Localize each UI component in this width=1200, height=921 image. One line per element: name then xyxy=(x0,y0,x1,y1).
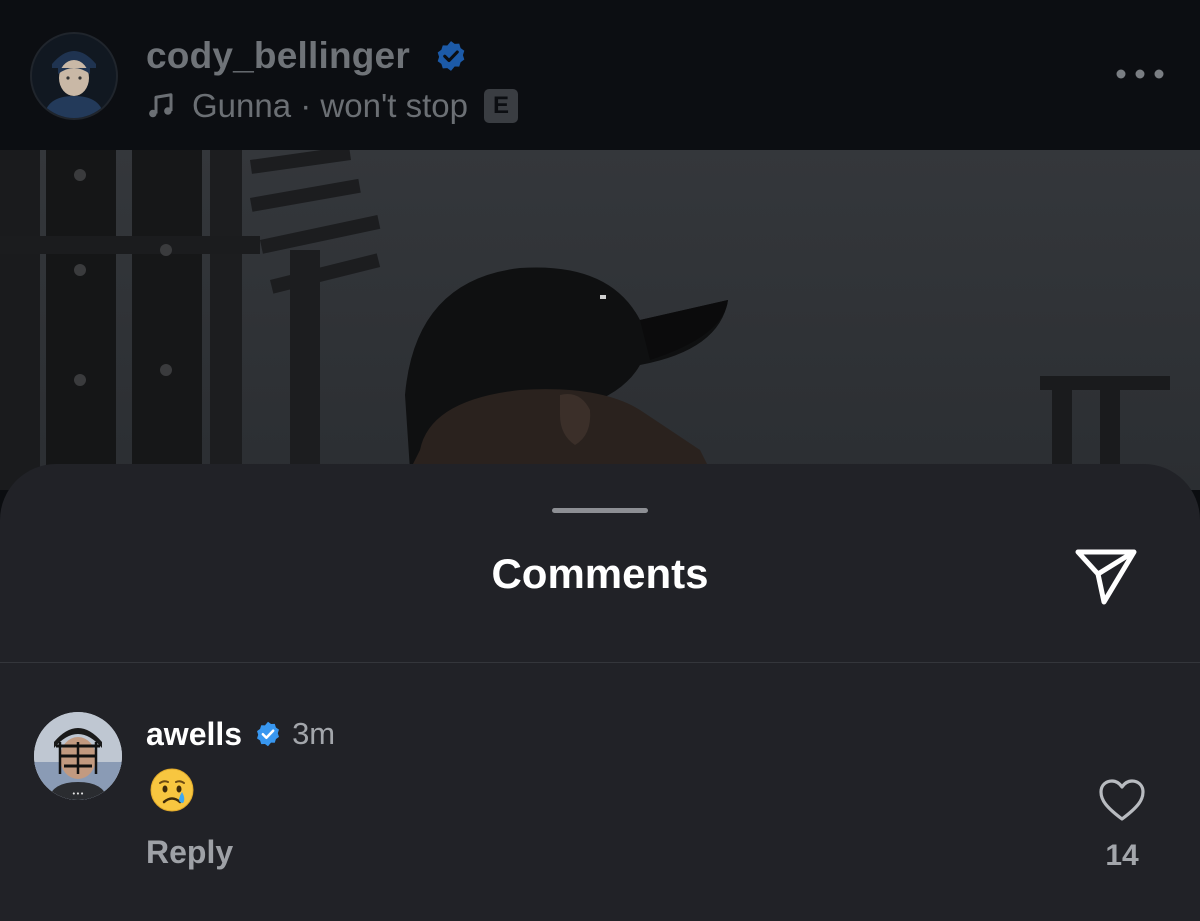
post-header: cody_bellinger Gunna · won't stop E xyxy=(0,0,1200,150)
comment-item: ••• awells 3m Reply 14 xyxy=(0,710,1200,880)
verified-badge-icon xyxy=(437,41,465,71)
heart-outline-icon[interactable] xyxy=(1096,776,1148,824)
verified-badge-icon xyxy=(257,721,280,747)
comment-header: awells 3m xyxy=(146,710,335,758)
music-note-icon xyxy=(149,93,173,118)
sheet-drag-handle[interactable] xyxy=(552,508,648,513)
comments-title: Comments xyxy=(491,550,709,597)
reply-button[interactable]: Reply xyxy=(146,830,233,874)
send-icon[interactable] xyxy=(1070,544,1140,608)
comment-username[interactable]: awells xyxy=(146,714,242,754)
comment-timestamp: 3m xyxy=(292,716,336,751)
comments-sheet: Comments ••• awells 3m Reply 14 xyxy=(0,464,1200,921)
like-count: 14 xyxy=(1105,839,1139,872)
music-track-label: Gunna · won't stop xyxy=(192,87,468,124)
svg-text:•••: ••• xyxy=(72,790,84,798)
post-screen: cody_bellinger Gunna · won't stop E Comm… xyxy=(0,0,1200,921)
explicit-badge: E xyxy=(483,89,518,123)
sheet-divider xyxy=(0,662,1200,663)
commenter-avatar[interactable]: ••• xyxy=(34,712,122,800)
author-username[interactable]: cody_bellinger xyxy=(146,34,410,78)
crying-face-emoji xyxy=(150,768,194,812)
author-avatar[interactable] xyxy=(30,32,118,120)
post-media[interactable] xyxy=(0,150,1200,490)
more-options-icon[interactable] xyxy=(1112,58,1168,90)
music-attribution[interactable]: Gunna · won't stop E xyxy=(146,84,518,128)
